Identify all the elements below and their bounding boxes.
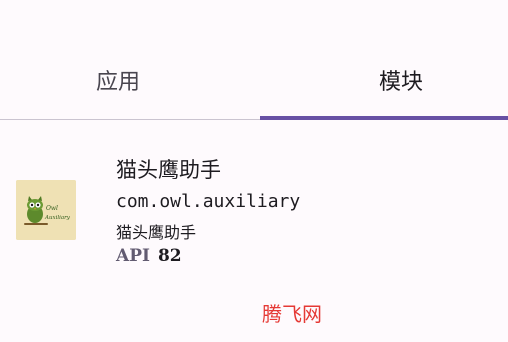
- api-label: API: [116, 246, 150, 266]
- tab-bar: 应用 模块: [0, 0, 508, 121]
- tab-apps[interactable]: 应用: [0, 40, 236, 121]
- module-list-item[interactable]: Owl Auxiliary 猫头鹰助手 com.owl.auxiliary 猫头…: [0, 140, 508, 280]
- tab-modules[interactable]: 模块: [260, 40, 508, 121]
- modules-screen: 应用 模块 Owl Auxiliary 猫头鹰助手 com.owl.auxili…: [0, 0, 508, 342]
- module-name: 猫头鹰助手: [116, 158, 221, 182]
- owl-logo-icon: Owl Auxiliary: [16, 180, 76, 240]
- module-api-level: API 82: [116, 246, 182, 266]
- owl-auxiliary-app-icon: Owl Auxiliary: [16, 180, 76, 240]
- watermark-text: 腾飞网: [262, 302, 322, 326]
- tab-selected-indicator: [260, 116, 508, 120]
- tab-apps-label: 应用: [95, 69, 140, 95]
- api-value: 82: [157, 246, 182, 266]
- module-description: 猫头鹰助手: [116, 223, 197, 242]
- module-package-name: com.owl.auxiliary: [116, 191, 301, 212]
- svg-text:Owl: Owl: [46, 205, 58, 212]
- tab-modules-label: 模块: [378, 69, 423, 95]
- svg-text:Auxiliary: Auxiliary: [44, 215, 71, 221]
